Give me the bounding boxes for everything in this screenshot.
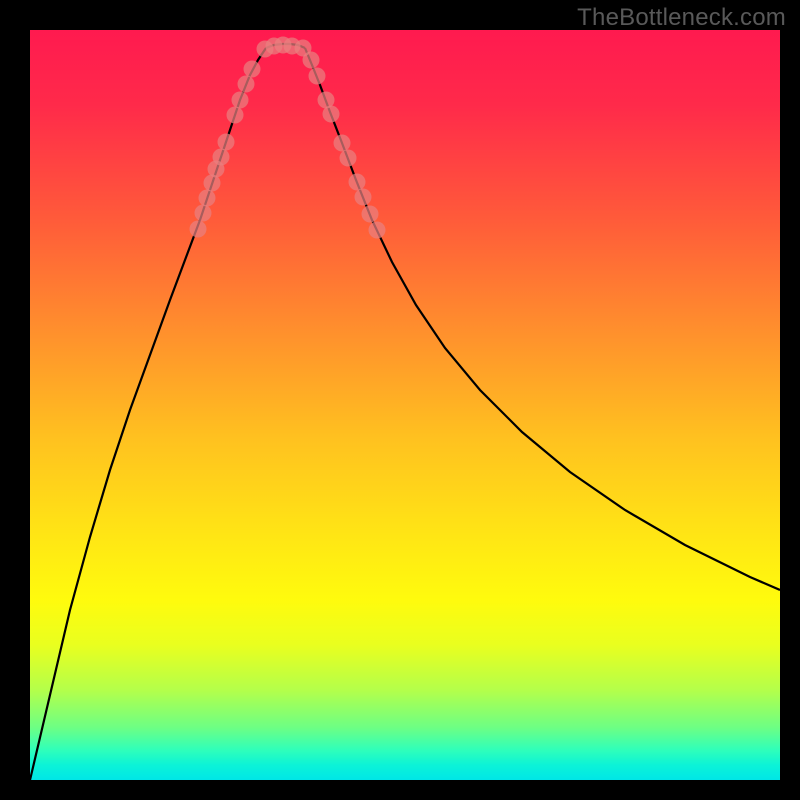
bead-left — [199, 190, 216, 207]
bead-right — [349, 174, 366, 191]
data-beads — [190, 37, 386, 239]
bead-left — [213, 149, 230, 166]
bead-right — [362, 206, 379, 223]
bead-left — [190, 221, 207, 238]
bead-left — [218, 134, 235, 151]
bead-right — [323, 106, 340, 123]
bead-left — [232, 92, 249, 109]
bead-right — [309, 68, 326, 85]
bead-left — [238, 76, 255, 93]
curve-left-branch — [30, 48, 266, 780]
watermark-label: TheBottleneck.com — [577, 4, 786, 32]
bead-left — [244, 61, 261, 78]
bead-right — [369, 222, 386, 239]
chart-frame: TheBottleneck.com — [0, 0, 800, 800]
bead-right — [303, 52, 320, 69]
plot-area — [30, 30, 780, 780]
bead-right — [340, 150, 357, 167]
bead-left — [227, 107, 244, 124]
curve-right-branch — [305, 48, 780, 590]
bead-left — [195, 205, 212, 222]
curve-layer — [30, 30, 780, 780]
bead-right — [355, 189, 372, 206]
bead-right — [334, 135, 351, 152]
